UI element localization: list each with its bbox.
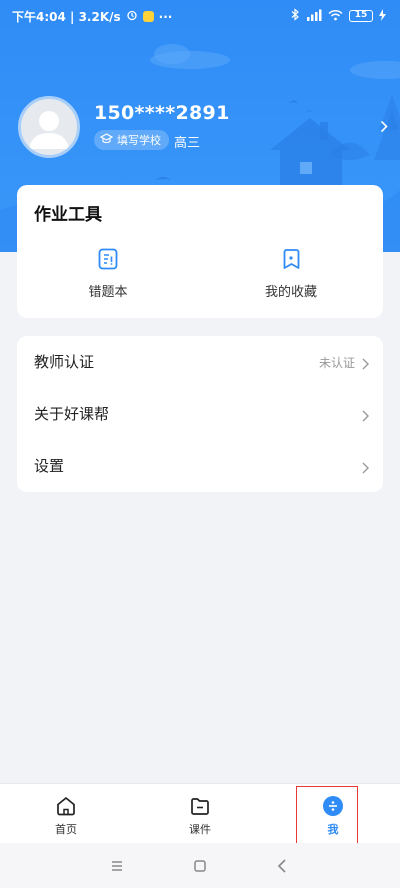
alarm-icon [126,9,138,24]
menu-item-settings[interactable]: 设置 [17,440,383,492]
signal-icon [306,9,322,24]
verification-status: 未认证 [318,356,355,370]
tool-wrong-questions[interactable]: 错题本 [48,247,168,300]
tool-label: 我的收藏 [264,285,317,300]
back-icon[interactable] [272,855,294,877]
grade-label: 高三 [174,136,201,151]
home-square-icon[interactable] [189,855,211,877]
more-notifications-dots: ··· [158,9,173,24]
wifi-icon [328,9,343,24]
tool-my-favorites[interactable]: 我的收藏 [231,247,351,300]
fill-school-label: 填写学校 [117,134,161,147]
tools-title: 作业工具 [34,205,102,225]
profile-section[interactable]: 150****2891 填写学校 高三 [18,96,390,160]
status-bar: 下午4:04 | 3.2K/s ··· 15 [0,0,400,32]
menu-item-label: 关于好课帮 [34,405,110,423]
menu-item-teacher-verification[interactable]: 教师认证 未认证 [17,336,383,388]
highlight-annotation-box [296,786,358,849]
chevron-right-icon [362,407,369,426]
tool-label: 错题本 [88,285,128,300]
bookmark-icon [279,247,303,271]
tab-label: 课件 [189,823,211,836]
battery-level: 15 [349,10,373,22]
user-phone: 150****2891 [94,102,230,124]
fill-school-button[interactable]: 填写学校 [94,130,169,150]
status-time-speed: 下午4:04 | 3.2K/s [12,10,121,24]
chevron-right-icon[interactable] [380,118,388,137]
tab-home[interactable]: 首页 [26,784,106,844]
chevron-right-icon [362,459,369,478]
folder-icon [189,795,211,817]
bluetooth-icon [291,8,300,24]
tab-courseware[interactable]: 课件 [160,784,240,844]
chevron-right-icon [362,355,369,374]
menu-item-label: 设置 [34,457,65,475]
avatar[interactable] [18,96,80,158]
home-icon [55,795,77,817]
wrongbook-icon [96,247,120,271]
menu-item-label: 教师认证 [34,353,95,371]
menu-item-about[interactable]: 关于好课帮 [17,388,383,440]
graduation-cap-icon [99,133,114,147]
notification-app-icon [142,11,154,22]
charging-icon [379,8,386,24]
system-navigation-bar [0,843,400,888]
homework-tools-card: 作业工具 错题本 我的收藏 [17,185,383,318]
settings-list-card: 教师认证 未认证 关于好课帮 设置 [17,336,383,492]
tab-label: 首页 [55,823,77,836]
menu-icon[interactable] [106,855,128,877]
